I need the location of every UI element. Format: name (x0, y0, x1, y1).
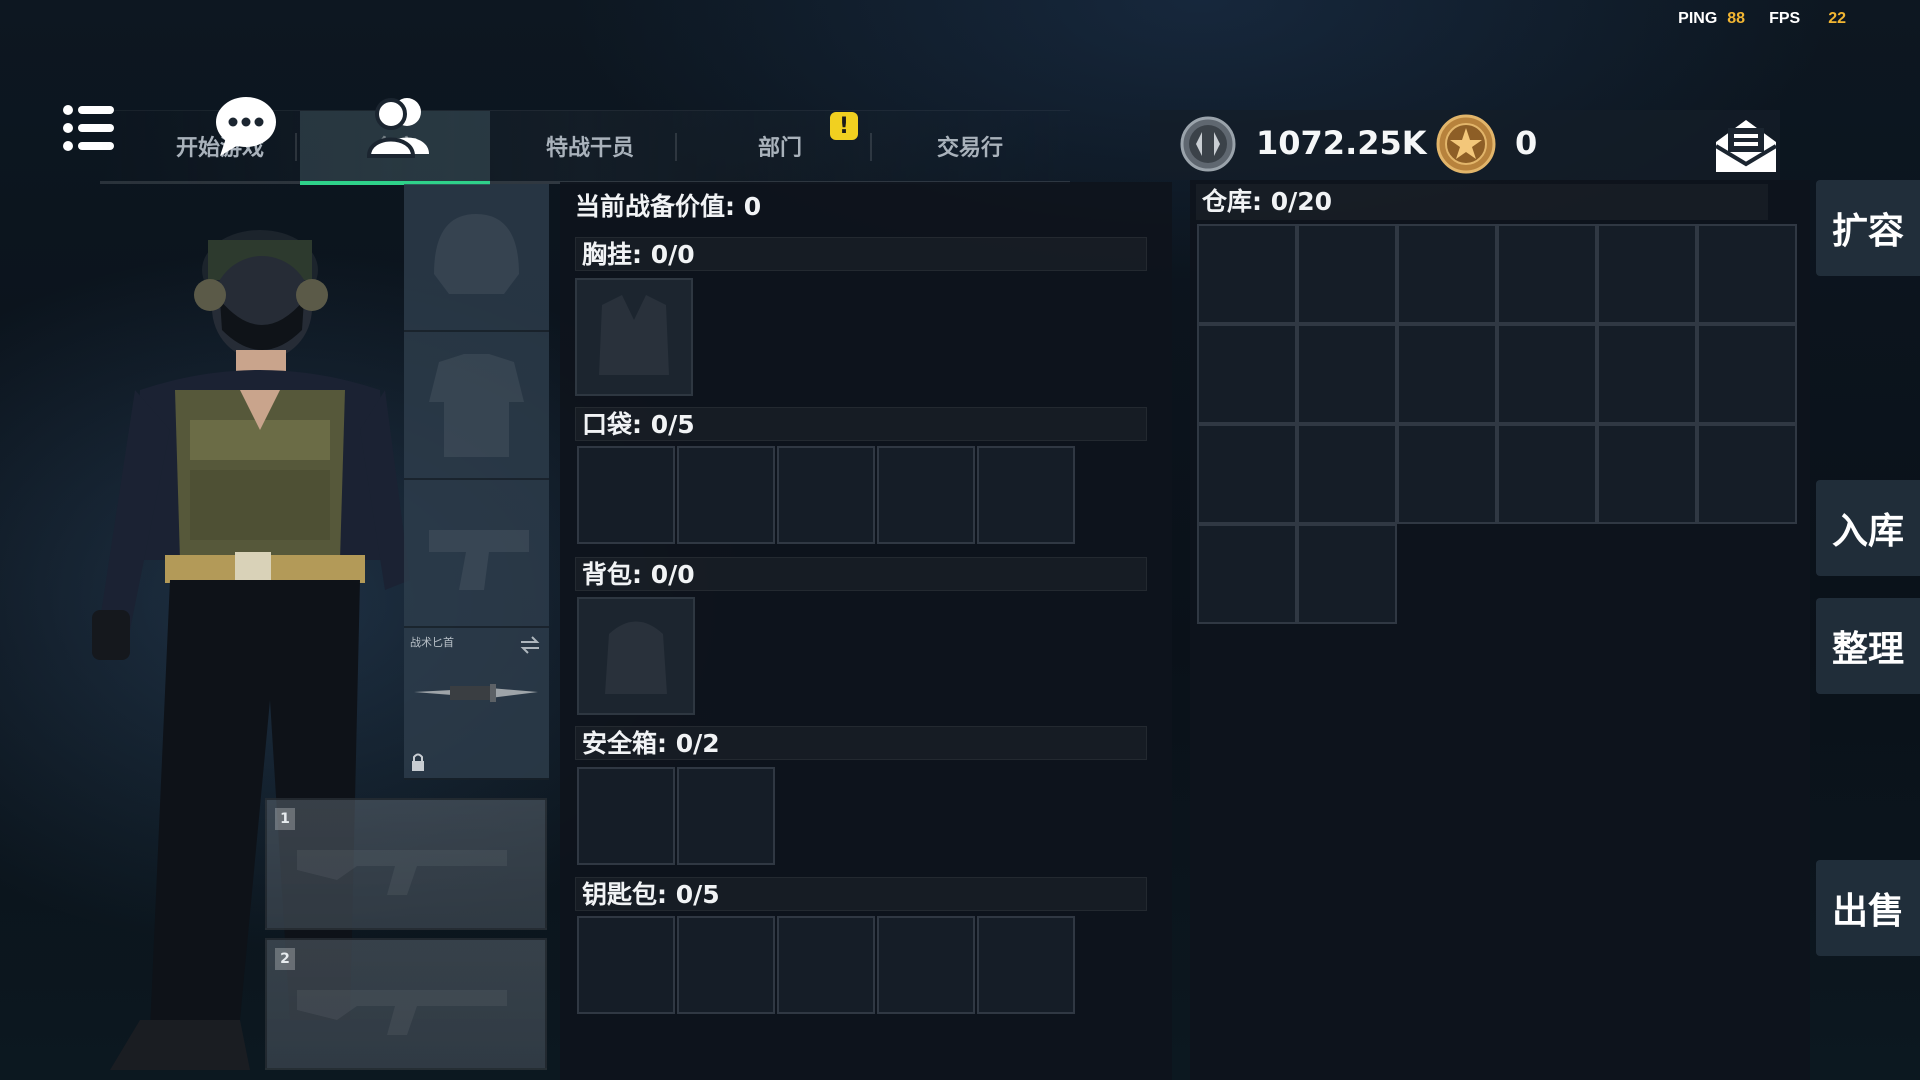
warehouse-slot[interactable] (1197, 524, 1297, 624)
chest-rig-slot[interactable] (575, 278, 693, 396)
warehouse-slot[interactable] (1397, 424, 1497, 524)
pocket-slot[interactable] (677, 446, 775, 544)
pistol-slot[interactable] (404, 480, 549, 628)
warehouse-slot[interactable] (1297, 524, 1397, 624)
warehouse-slot[interactable] (1697, 324, 1797, 424)
ping-value: 88 (1727, 10, 1746, 27)
fps-label: FPS (1769, 10, 1801, 27)
key-bag-slot[interactable] (977, 916, 1075, 1014)
warehouse-slot[interactable] (1697, 224, 1797, 324)
helmet-silhouette-icon (434, 214, 519, 294)
secondary-weapon-slot[interactable]: 2 (265, 938, 547, 1070)
warehouse-slot[interactable] (1397, 224, 1497, 324)
friends-icon[interactable] (365, 92, 437, 158)
store-button[interactable]: 入库 (1816, 480, 1920, 576)
armor-silhouette-icon (429, 354, 524, 457)
safe-box-slot[interactable] (677, 767, 775, 865)
silver-coin-icon (1180, 116, 1236, 172)
expand-button[interactable]: 扩容 (1816, 180, 1920, 276)
warehouse-slot[interactable] (1297, 324, 1397, 424)
sell-button[interactable]: 出售 (1816, 860, 1920, 956)
safe-box-slot[interactable] (577, 767, 675, 865)
tab-operators-label: 特战干员 (545, 136, 634, 161)
nav-divider (870, 133, 872, 161)
pocket-slot[interactable] (777, 446, 875, 544)
rifle-silhouette-icon (297, 850, 507, 895)
chest-rig-header: 胸挂: 0/0 (575, 237, 1147, 271)
swap-icon[interactable] (519, 636, 541, 654)
sort-button[interactable]: 整理 (1816, 598, 1920, 694)
key-bag-slot[interactable] (877, 916, 975, 1014)
warehouse-slot[interactable] (1497, 324, 1597, 424)
tab-department-label: 部门 (757, 136, 802, 161)
tab-trade-market-label: 交易行 (936, 136, 1003, 161)
secondary-currency-value: 0 (1515, 124, 1538, 162)
backpack-slot[interactable] (577, 597, 695, 715)
tactical-knife-icon (414, 684, 538, 702)
nav-divider (295, 133, 297, 161)
melee-slot[interactable]: 战术匕首 (404, 628, 549, 780)
pocket-slot[interactable] (577, 446, 675, 544)
warehouse-slot[interactable] (1597, 424, 1697, 524)
chest-rig-silhouette-icon (599, 295, 669, 375)
warehouse-slot[interactable] (1197, 224, 1297, 324)
pocket-slot[interactable] (877, 446, 975, 544)
lock-icon (412, 753, 424, 771)
pockets-header: 口袋: 0/5 (575, 407, 1147, 441)
department-warning-badge: ! (830, 112, 858, 140)
warehouse-slot[interactable] (1497, 224, 1597, 324)
body-armor-slot[interactable] (404, 332, 549, 480)
chat-icon[interactable] (212, 94, 280, 158)
weapon-slot-number: 1 (275, 808, 295, 830)
warehouse-slot[interactable] (1397, 324, 1497, 424)
warehouse-slot[interactable] (1597, 324, 1697, 424)
key-bag-header: 钥匙包: 0/5 (575, 877, 1147, 911)
helmet-slot[interactable] (404, 184, 549, 332)
performance-hud: PING 88 FPS 22 (1678, 10, 1860, 28)
equipment-slots: 战术匕首 (404, 184, 549, 780)
nav-divider (675, 133, 677, 161)
pistol-silhouette-icon (429, 530, 529, 590)
primary-weapon-slot[interactable]: 1 (265, 798, 547, 930)
pocket-slot[interactable] (977, 446, 1075, 544)
tab-trade-market[interactable]: 交易行 (880, 111, 1060, 181)
weapon-slot-number: 2 (275, 948, 295, 970)
melee-label: 战术匕首 (410, 636, 454, 649)
key-bag-slot[interactable] (777, 916, 875, 1014)
backpack-silhouette-icon (605, 621, 667, 694)
warehouse-header: 仓库: 0/20 (1196, 184, 1768, 220)
primary-currency-value: 1072.25K (1256, 124, 1427, 162)
warehouse-slot[interactable] (1497, 424, 1597, 524)
ping-label: PING (1678, 10, 1718, 27)
warehouse-slot[interactable] (1197, 324, 1297, 424)
warehouse-slot[interactable] (1297, 424, 1397, 524)
backpack-header: 背包: 0/0 (575, 557, 1147, 591)
key-bag-slot[interactable] (577, 916, 675, 1014)
rifle-silhouette-icon (297, 990, 507, 1035)
fps-value: 22 (1828, 10, 1846, 27)
loadout-value-label: 当前战备价值: 0 (575, 192, 762, 221)
warehouse-slot[interactable] (1697, 424, 1797, 524)
warehouse-slot[interactable] (1597, 224, 1697, 324)
warehouse-slot[interactable] (1297, 224, 1397, 324)
safe-box-header: 安全箱: 0/2 (575, 726, 1147, 760)
key-bag-slot[interactable] (677, 916, 775, 1014)
warehouse-slot[interactable] (1197, 424, 1297, 524)
gold-coin-icon (1436, 114, 1496, 174)
mail-icon[interactable] (1712, 116, 1780, 176)
tab-operators[interactable]: 特战干员 (500, 111, 680, 181)
game-root: PING 88 FPS 22 开始游戏 仓库 特战干员 部门 交易行 ! (0, 0, 1920, 1080)
